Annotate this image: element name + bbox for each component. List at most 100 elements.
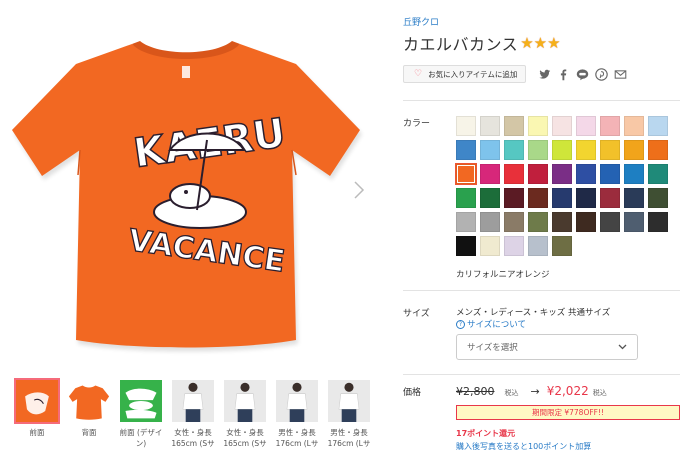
color-swatch[interactable] — [480, 212, 500, 232]
thumbnail-label: 男性・身長 176cm (Lサイズ) — [275, 428, 319, 448]
color-swatch[interactable] — [504, 116, 524, 136]
divider — [403, 290, 680, 291]
color-swatch[interactable] — [504, 236, 524, 256]
color-swatch[interactable] — [648, 188, 668, 208]
size-select[interactable]: サイズを選択 — [456, 334, 638, 360]
color-swatch[interactable] — [528, 164, 548, 184]
color-swatch[interactable] — [600, 140, 620, 160]
share-icons — [538, 67, 627, 81]
thumbnail-image — [170, 378, 216, 424]
thumbnail-image — [66, 378, 112, 424]
color-swatch[interactable] — [528, 140, 548, 160]
color-swatch[interactable] — [528, 188, 548, 208]
add-favorite-button[interactable]: ♡ お気に入りアイテムに追加 — [403, 65, 527, 83]
color-swatch[interactable] — [480, 164, 500, 184]
color-swatch[interactable] — [576, 188, 596, 208]
price-arrow: → — [530, 385, 540, 398]
color-swatch[interactable] — [480, 116, 500, 136]
color-swatch[interactable] — [456, 140, 476, 160]
color-swatch[interactable] — [455, 163, 477, 185]
color-swatch[interactable] — [648, 140, 668, 160]
thumbnail-image — [14, 378, 60, 424]
color-swatch[interactable] — [456, 188, 476, 208]
color-swatch[interactable] — [528, 116, 548, 136]
color-swatch[interactable] — [576, 212, 596, 232]
color-swatch[interactable] — [528, 236, 548, 256]
color-swatch[interactable] — [480, 140, 500, 160]
creator-link[interactable]: 丘野クロ — [403, 15, 439, 28]
mail-icon[interactable] — [614, 68, 627, 81]
color-swatch[interactable] — [552, 212, 572, 232]
color-swatch[interactable] — [504, 188, 524, 208]
twitter-icon[interactable] — [538, 68, 551, 81]
color-swatch[interactable] — [600, 164, 620, 184]
divider — [403, 374, 680, 375]
color-swatch[interactable] — [624, 164, 644, 184]
line-icon[interactable] — [576, 68, 589, 81]
pinterest-icon[interactable] — [595, 67, 609, 81]
color-swatch[interactable] — [456, 212, 476, 232]
facebook-icon[interactable] — [557, 68, 570, 81]
color-swatch[interactable] — [648, 164, 668, 184]
size-type-text: メンズ・レディース・キッズ 共通サイズ — [456, 308, 611, 318]
thumbnail[interactable]: 背面 — [64, 378, 114, 449]
thumbnail-image — [326, 378, 372, 424]
thumbnail-label: 女性・身長 165cm (Sサイズ) — [171, 428, 215, 448]
color-swatch[interactable] — [624, 140, 644, 160]
main-product-image[interactable]: KAERU VACANCE — [0, 0, 372, 372]
size-guide-link[interactable]: ? サイズについて — [456, 318, 526, 330]
color-swatch[interactable] — [480, 188, 500, 208]
color-swatch[interactable] — [504, 164, 524, 184]
sale-price: ¥2,022 — [546, 384, 589, 398]
color-swatch[interactable] — [504, 212, 524, 232]
color-swatch[interactable] — [552, 116, 572, 136]
thumbnail-label: 女性・身長 165cm (Sサイズ) — [223, 428, 267, 448]
color-swatch[interactable] — [648, 116, 668, 136]
color-swatch[interactable] — [576, 164, 596, 184]
tshirt-illustration: KAERU VACANCE — [12, 41, 362, 352]
thumbnail-label: 前面 — [29, 428, 45, 437]
thumbnail-label: 背面 — [81, 428, 97, 437]
star-icon: ★ — [520, 34, 534, 52]
size-label: サイズ — [403, 309, 430, 319]
color-swatch[interactable] — [624, 212, 644, 232]
next-image-arrow[interactable] — [352, 180, 366, 200]
color-swatch[interactable] — [456, 116, 476, 136]
color-swatch[interactable] — [576, 140, 596, 160]
selected-color-name: カリフォルニアオレンジ — [456, 270, 550, 280]
color-swatch[interactable] — [648, 212, 668, 232]
color-swatch[interactable] — [624, 188, 644, 208]
color-swatch[interactable] — [552, 236, 572, 256]
thumbnail-image — [274, 378, 320, 424]
thumbnail[interactable]: 前面 — [12, 378, 62, 449]
points-link[interactable]: 購入後写真を送ると100ポイント加算 — [456, 441, 591, 452]
thumbnail[interactable]: 女性・身長 165cm (Sサイズ) — [168, 378, 218, 449]
color-swatch[interactable] — [600, 116, 620, 136]
color-swatch[interactable] — [480, 236, 500, 256]
thumbnail-label: 男性・身長 176cm (Lサイズ) — [327, 428, 371, 448]
original-price: ¥2,800 — [456, 385, 495, 398]
color-swatch[interactable] — [552, 164, 572, 184]
color-label: カラー — [403, 119, 431, 129]
color-swatch[interactable] — [624, 116, 644, 136]
price-label: 価格 — [403, 388, 422, 398]
color-swatch[interactable] — [600, 212, 620, 232]
thumbnail[interactable]: 男性・身長 176cm (Lサイズ) — [324, 378, 374, 449]
thumbnail[interactable]: 女性・身長 165cm (Sサイズ) — [220, 378, 270, 449]
thumbnail-strip: 前面 背面 前面 (デザイン) 女性・身長 165cm (Sサイズ) 女性・身長 165… — [12, 378, 374, 449]
chevron-right-icon — [354, 181, 365, 199]
thumbnail[interactable]: 男性・身長 176cm (Lサイズ) — [272, 378, 322, 449]
color-swatch[interactable] — [552, 140, 572, 160]
color-swatch[interactable] — [456, 236, 476, 256]
color-swatch[interactable] — [576, 116, 596, 136]
star-icon: ★ — [547, 34, 561, 52]
divider — [403, 100, 680, 101]
color-swatch[interactable] — [528, 212, 548, 232]
thumbnail[interactable]: 前面 (デザイン) — [116, 378, 166, 449]
color-swatch[interactable] — [504, 140, 524, 160]
color-swatch[interactable] — [552, 188, 572, 208]
star-icon: ★ — [533, 34, 548, 52]
product-title: カエルバカンス — [403, 35, 519, 54]
add-favorite-label: お気に入りアイテムに追加 — [428, 69, 518, 79]
color-swatch[interactable] — [600, 188, 620, 208]
